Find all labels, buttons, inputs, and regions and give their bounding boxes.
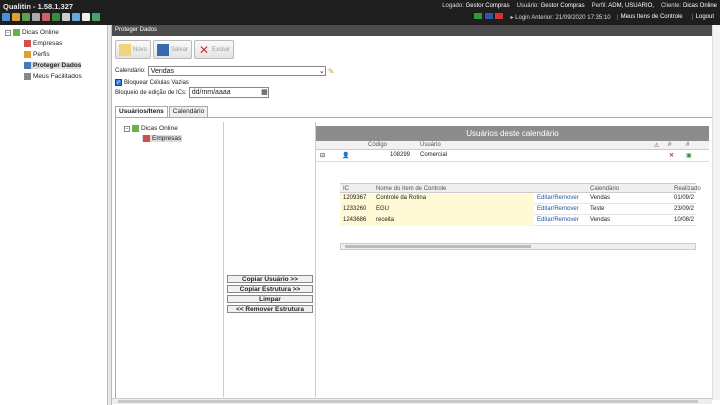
meus-itens-button[interactable]: Meus Itens de Controle [616,14,686,20]
print-icon[interactable] [62,13,70,21]
app-title: Qualitin - 1.58.1.327 [3,2,74,11]
tools-icon[interactable] [32,13,40,21]
uk-flag-icon[interactable] [484,13,493,19]
collapse-icon[interactable]: − [5,29,11,36]
toolbar: Novo Salvar ✕ Excluir [115,40,235,59]
subtable-hscrollbar[interactable] [340,243,696,250]
grid-title: Usuários deste calendário [316,126,709,141]
tab-content: − Dicas Online Empresas Copiar Usuário >… [115,117,713,400]
session-info: Logado: Gestor Compras Usuário: Gestor C… [442,3,717,9]
col-nome[interactable]: Nome do Item de Controle [376,186,446,192]
row-codigo: 108299 [390,152,411,158]
edit-pencil-icon[interactable]: ✎ [328,67,335,76]
document-icon[interactable] [52,13,60,21]
sidebar-item-meus-facilitados[interactable]: Meus Facilitados [24,73,82,80]
save-icon [157,43,170,56]
tab-calendario[interactable]: Calendário [168,106,209,117]
brazil-flag-icon[interactable] [474,13,483,19]
bloquear-checkbox[interactable]: ✓ [115,79,122,86]
panel-title: Proteger Dados [112,25,715,36]
spain-flag-icon[interactable] [495,13,504,19]
editar-remover-link[interactable]: Editar/Remover [537,217,579,223]
logout-button[interactable]: Logout [691,14,717,20]
pin-icon [143,135,150,142]
quick-icons [2,13,100,21]
login-anterior: ▸ Login Anterior: 21/09/2020 17:35:10 [510,14,611,21]
page-vscrollbar[interactable] [712,25,720,400]
collapse-icon[interactable]: − [124,125,130,132]
export-icon[interactable]: ▣ [686,152,692,159]
grid-icon[interactable] [92,13,100,21]
tree-root[interactable]: − Dicas Online [5,29,59,36]
sidebar-item-empresas[interactable]: Empresas [24,40,62,47]
col-calendario[interactable]: Calendário [590,186,619,192]
subtable-headers: IC Nome do Item de Controle Calendário R… [340,183,701,193]
table-row[interactable]: 1233260 EGU Editar/Remover Teste 23/09/2 [340,204,696,215]
group-icon [24,73,31,80]
collapse-icon[interactable]: ⊟ [320,152,325,159]
main-panel: Proteger Dados Novo Salvar ✕ Excluir Cal… [112,25,715,400]
chevron-down-icon: ⌄ [318,68,325,75]
inner-tree-root[interactable]: − Dicas Online [124,125,178,132]
grid-column-headers: Código Usuário ⚠ # # [316,141,709,150]
copiar-estrutura-button[interactable]: Copiar Estrutura >> [227,285,313,293]
shield-icon [24,62,31,69]
structure-tree: − Dicas Online Empresas [120,122,224,397]
header-row2: ▸ Login Anterior: 21/09/2020 17:35:10 Me… [474,13,717,21]
bloquear-row: ✓ Bloquear Células Vazias [115,79,189,86]
sidebar: − Dicas Online Empresas Perfis Proteger … [0,25,108,405]
salvar-button[interactable]: Salvar [153,40,193,59]
top-bar: Qualitin - 1.58.1.327 Logado: Gestor Com… [0,0,720,25]
copiar-usuario-button[interactable]: Copiar Usuário >> [227,275,313,283]
remover-estrutura-button[interactable]: << Remover Estrutura [227,305,313,313]
report-icon[interactable] [22,13,30,21]
col-usuario[interactable]: Usuário [420,142,441,148]
limpar-button[interactable]: Limpar [227,295,313,303]
sidebar-item-proteger-dados[interactable]: Proteger Dados [24,62,82,69]
table-row[interactable]: 1209367 Controle da Rotina Editar/Remove… [340,193,696,204]
calendar-icon[interactable]: ▦ [261,88,268,97]
tabs: Usuários/Itens Calendário [115,106,209,117]
user-icon: 👤 [342,153,350,159]
table-row[interactable]: 1243686 receita Editar/Remover Vendas 10… [340,215,696,226]
editar-remover-link[interactable]: Editar/Remover [537,195,579,201]
novo-button[interactable]: Novo [115,40,152,59]
new-doc-icon [119,43,131,56]
excluir-button[interactable]: ✕ Excluir [194,40,235,59]
page-hscrollbar[interactable] [112,398,712,404]
col-codigo[interactable]: Código [368,142,387,148]
col-hash-2: # [686,142,690,148]
row-usuario: Comercial [420,152,448,158]
col-ic[interactable]: IC [343,186,349,192]
editar-remover-link[interactable]: Editar/Remover [537,206,579,212]
calendario-row: Calendário: Vendas ⌄ ✎ [115,66,334,76]
remove-icon[interactable]: ✕ [669,152,674,159]
bloqueio-date-input[interactable]: dd/mm/aaaa ▦ [188,87,269,98]
table-row[interactable]: ⊟ 👤 108299 Comercial ✕ ▣ [316,150,709,162]
profile-icon [24,51,31,58]
col-realizado[interactable]: Realizado [674,186,701,192]
cloud-icon[interactable] [82,13,90,21]
items-subtable: IC Nome do Item de Controle Calendário R… [340,183,701,226]
pin-icon [24,40,31,47]
mail-icon[interactable] [72,13,80,21]
bloqueio-row: Bloqueio de edição de ICs: dd/mm/aaaa ▦ [115,87,269,98]
calendario-select[interactable]: Vendas ⌄ [147,66,326,76]
org-icon [13,29,20,36]
actions-column: Copiar Usuário >> Copiar Estrutura >> Li… [224,122,316,397]
delete-icon: ✕ [199,42,210,57]
home-icon[interactable] [2,13,10,21]
users-grid: Usuários deste calendário Código Usuário… [316,126,709,276]
users-icon[interactable] [42,13,50,21]
warning-icon: ⚠ [654,143,660,149]
org-icon [132,125,139,132]
inner-tree-empresas[interactable]: Empresas [142,135,183,142]
tab-usuarios-itens[interactable]: Usuários/Itens [115,106,168,117]
calendario-label: Calendário: [115,68,146,74]
chart-icon[interactable] [12,13,20,21]
sidebar-item-perfis[interactable]: Perfis [24,51,50,58]
col-hash-1: # [668,142,672,148]
